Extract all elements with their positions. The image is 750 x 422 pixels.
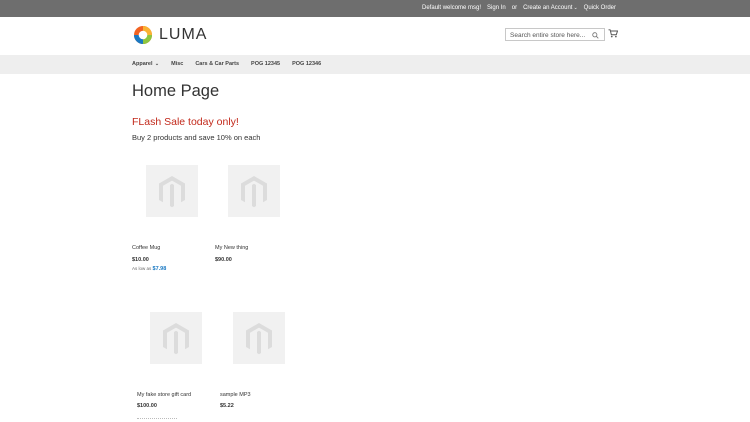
flash-sale-heading: FLash Sale today only!: [132, 116, 239, 128]
create-account-link[interactable]: Create an Account⌄: [523, 5, 578, 11]
placeholder-image-icon: [163, 323, 189, 355]
top-links: Default welcome msg! Sign In or Create a…: [422, 5, 616, 11]
sign-in-link[interactable]: Sign In: [487, 5, 506, 11]
nav-items: Apparel ⌄ Misc Cars & Car Parts POG 1234…: [132, 61, 321, 67]
chevron-down-icon: ⌄: [153, 61, 160, 67]
as-low-as: As low as $7.98: [132, 266, 166, 272]
product-name[interactable]: My New thing: [215, 245, 248, 251]
search-input[interactable]: Search entire store here...: [505, 28, 605, 41]
as-low-as-price: $7.98: [152, 266, 167, 272]
placeholder-image-icon: [241, 176, 267, 208]
create-account-label: Create an Account: [523, 5, 573, 11]
product-price: $90.00: [215, 257, 232, 263]
as-low-as-label: As low as: [132, 266, 152, 271]
placeholder-image-icon: [159, 176, 185, 208]
product-name[interactable]: My fake store gift card: [137, 392, 191, 398]
or-text: or: [511, 5, 518, 11]
luma-logo-icon: [134, 26, 152, 44]
product-price: $100.00: [137, 403, 157, 409]
search-placeholder: Search entire store here...: [510, 32, 586, 39]
welcome-message: Default welcome msg!: [422, 5, 482, 11]
clipped-content-edge: [137, 418, 177, 422]
nav-item-misc[interactable]: Misc: [171, 61, 183, 67]
product-image[interactable]: [228, 165, 280, 217]
promo-text: Buy 2 products and save 10% on each: [132, 133, 261, 142]
product-name[interactable]: sample MP3: [220, 392, 251, 398]
placeholder-image-icon: [246, 323, 272, 355]
page-title: Home Page: [132, 82, 220, 100]
product-image[interactable]: [146, 165, 198, 217]
nav-item-pog-12346[interactable]: POG 12346: [292, 61, 321, 67]
nav-item-cars-parts[interactable]: Cars & Car Parts: [195, 61, 239, 67]
quick-order-link[interactable]: Quick Order: [584, 5, 616, 11]
nav-item-pog-12345[interactable]: POG 12345: [251, 61, 280, 67]
main-nav: Apparel ⌄ Misc Cars & Car Parts POG 1234…: [0, 55, 750, 74]
top-bar: Default welcome msg! Sign In or Create a…: [0, 0, 750, 17]
nav-item-apparel-label: Apparel: [132, 61, 153, 67]
product-price: $10.00: [132, 257, 149, 263]
product-image[interactable]: [150, 312, 202, 364]
cart-icon[interactable]: [608, 29, 618, 38]
product-name[interactable]: Coffee Mug: [132, 245, 160, 251]
product-price: $5.22: [220, 403, 234, 409]
header: LUMA Search entire store here...: [0, 17, 750, 55]
nav-item-apparel[interactable]: Apparel ⌄: [132, 61, 159, 67]
logo[interactable]: LUMA: [133, 25, 207, 45]
chevron-down-icon: ⌄: [573, 5, 578, 11]
product-image[interactable]: [233, 312, 285, 364]
logo-text: LUMA: [159, 26, 208, 43]
search-icon[interactable]: [592, 32, 599, 39]
